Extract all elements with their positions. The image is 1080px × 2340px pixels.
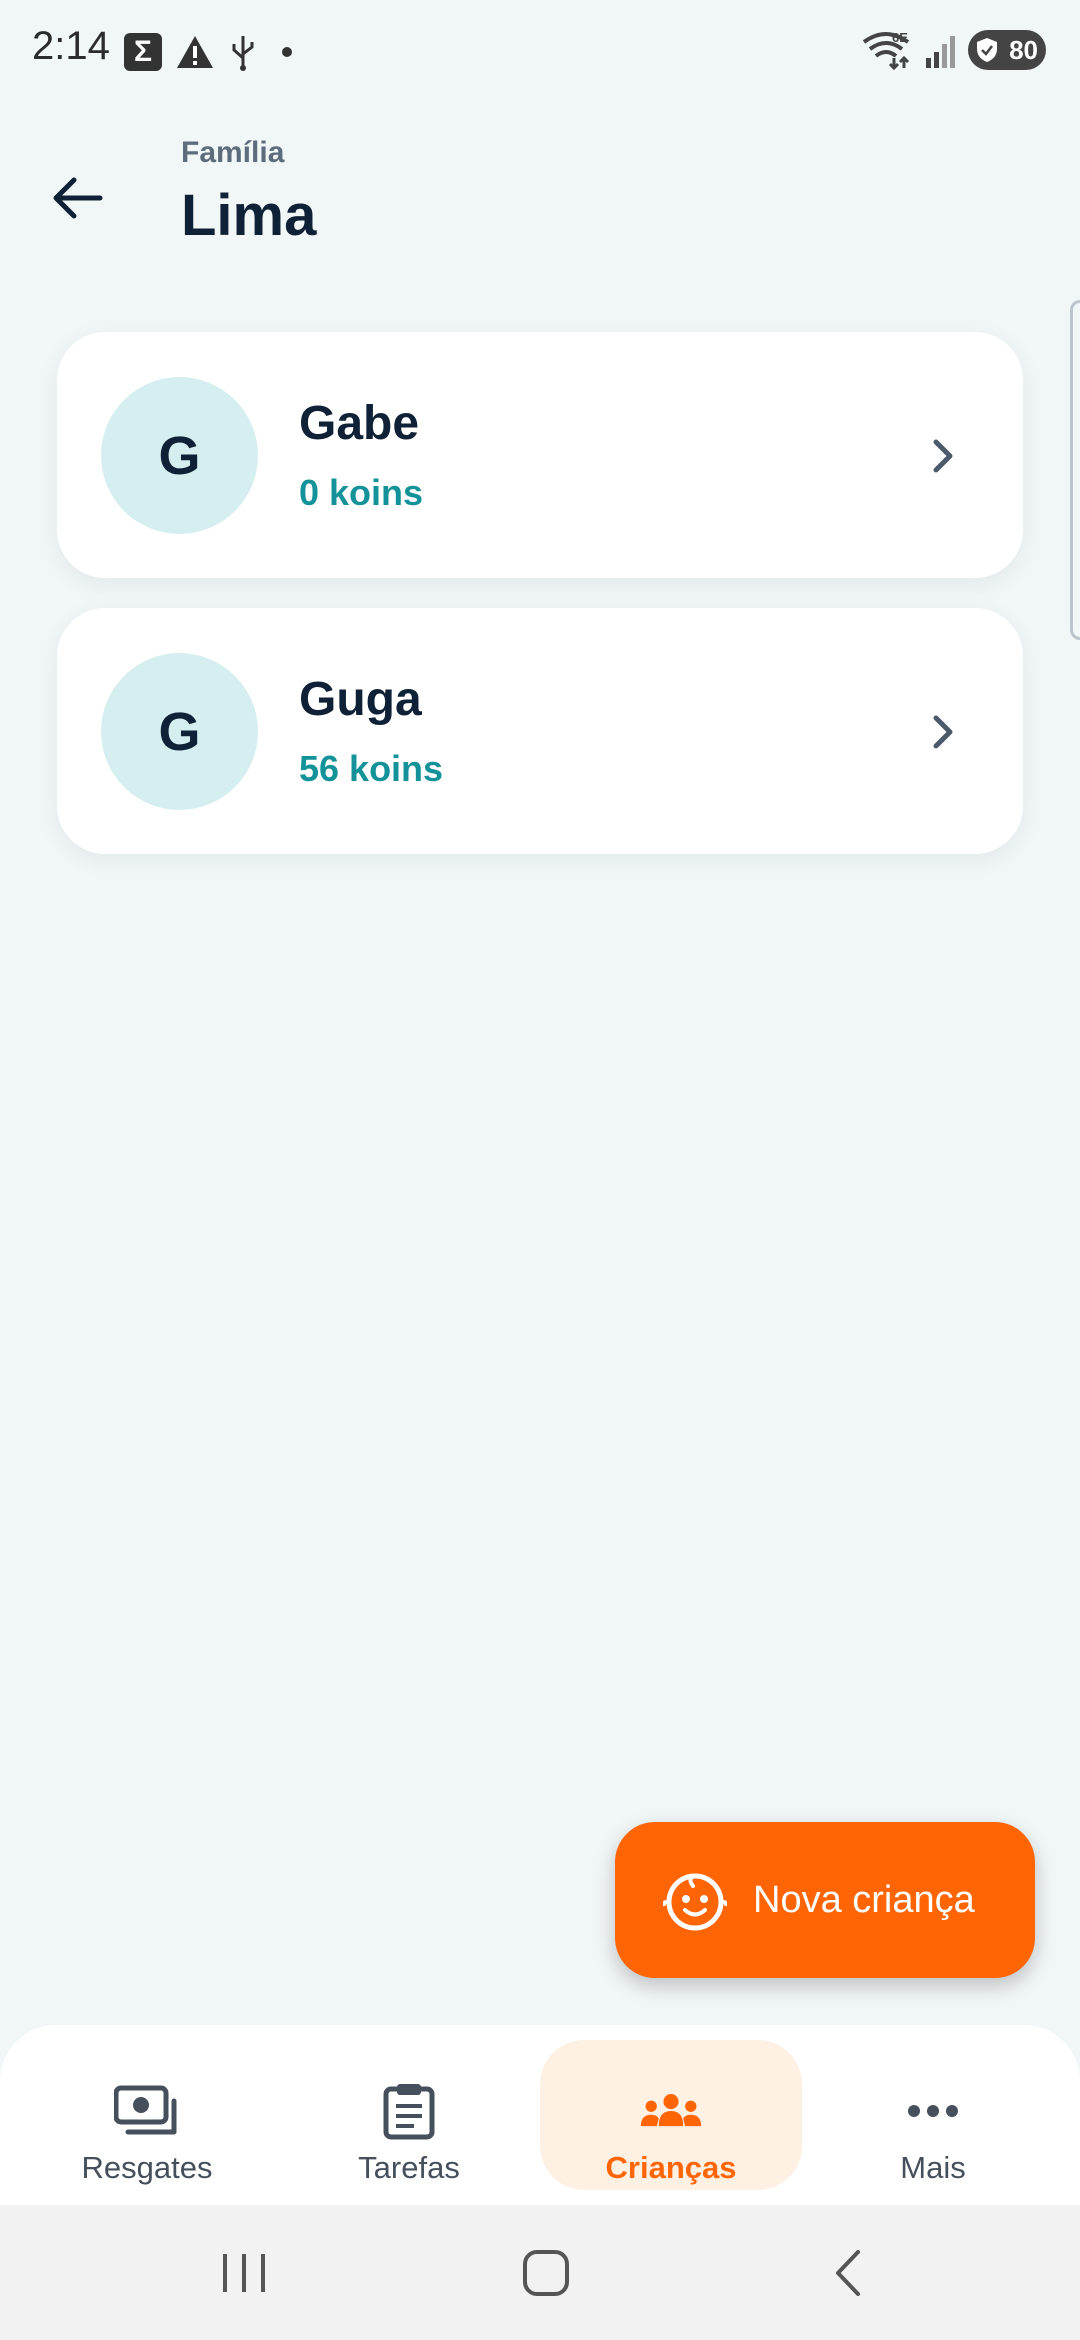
nav-label-criancas: Crianças	[605, 2150, 737, 2185]
shield-icon	[977, 38, 997, 62]
new-child-button[interactable]: Nova criança	[615, 1822, 1035, 1978]
bottom-navigation: Resgates Tarefas Crianças Mais	[0, 2025, 1080, 2205]
scroll-indicator[interactable]	[1070, 300, 1080, 640]
group-icon	[638, 2082, 704, 2140]
nav-item-tarefas[interactable]: Tarefas	[278, 2040, 540, 2190]
notification-icons: Σ	[124, 30, 292, 74]
child-koins: 56 koins	[299, 748, 444, 789]
home-button[interactable]	[506, 2243, 586, 2303]
wifi-icon: 6E	[862, 30, 910, 70]
child-name: Gabe	[299, 397, 420, 450]
back-button[interactable]	[48, 168, 108, 228]
avatar: G	[101, 653, 258, 810]
status-bar: 2:14 Σ 6E 80	[0, 0, 1080, 100]
more-notifications-dot	[282, 47, 292, 57]
recent-apps-icon	[223, 2254, 265, 2292]
signal-icon	[926, 36, 955, 68]
warning-icon	[177, 36, 213, 68]
nav-label-tarefas: Tarefas	[358, 2150, 460, 2185]
nav-label-mais: Mais	[900, 2150, 966, 2185]
child-card-guga[interactable]: G Guga 56 koins	[57, 608, 1023, 854]
status-time: 2:14	[32, 24, 110, 68]
page-subtitle: Família	[181, 136, 285, 169]
clipboard-icon	[376, 2082, 442, 2140]
system-back-button[interactable]	[808, 2243, 888, 2303]
child-koins: 0 koins	[299, 472, 424, 513]
nav-item-resgates[interactable]: Resgates	[16, 2040, 278, 2190]
system-navigation-bar	[0, 2205, 1080, 2340]
child-face-icon	[663, 1873, 727, 1931]
usb-icon	[232, 36, 254, 71]
nav-item-mais[interactable]: Mais	[802, 2040, 1064, 2190]
system-status-icons: 6E 80	[862, 30, 1046, 70]
page-title: Lima	[181, 183, 317, 248]
chevron-left-icon	[836, 2250, 860, 2296]
child-card-gabe[interactable]: G Gabe 0 koins	[57, 332, 1023, 578]
battery-level: 80	[1009, 34, 1038, 65]
new-child-label: Nova criança	[753, 1878, 975, 1921]
child-name: Guga	[299, 673, 422, 726]
recent-apps-button[interactable]	[204, 2243, 284, 2303]
arrow-left-icon	[53, 177, 103, 219]
more-icon	[900, 2082, 966, 2140]
sigma-icon: Σ	[124, 33, 162, 71]
avatar: G	[101, 377, 258, 534]
nav-label-resgates: Resgates	[81, 2150, 213, 2185]
nav-item-criancas[interactable]: Crianças	[540, 2040, 802, 2190]
home-icon	[523, 2250, 569, 2296]
chevron-right-icon	[933, 715, 953, 749]
network-label: 6E	[892, 30, 908, 45]
screen: 2:14 Σ 6E 80 Família Lima G Gabe 0 koins…	[0, 0, 1080, 2340]
battery-indicator: 80	[968, 30, 1046, 70]
chevron-right-icon	[933, 439, 953, 473]
money-icon	[114, 2082, 180, 2140]
